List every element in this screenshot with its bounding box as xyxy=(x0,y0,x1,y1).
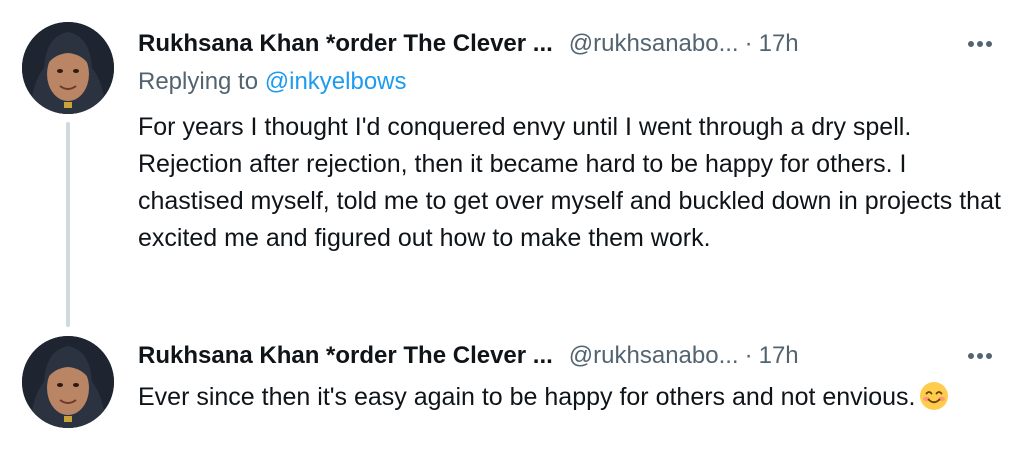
tweet-header: Rukhsana Khan *order The Clever ... @ruk… xyxy=(138,24,799,64)
timestamp[interactable]: 17h xyxy=(759,342,799,370)
tweet-thread: Rukhsana Khan *order The Clever ... @ruk… xyxy=(0,0,1024,468)
author-handle[interactable]: @rukhsanabo... xyxy=(569,30,739,58)
replying-prefix: Replying to xyxy=(138,68,259,95)
more-horizontal-icon xyxy=(968,353,992,359)
tweet-text-container: Ever since then it's easy again to be ha… xyxy=(138,379,1008,422)
tweet-text: For years I thought I'd conquered envy u… xyxy=(138,113,1001,252)
author-name[interactable]: Rukhsana Khan *order The Clever ... xyxy=(138,342,553,370)
tweet-header: Rukhsana Khan *order The Clever ... @ruk… xyxy=(138,336,799,376)
replying-to: Replying to @inkyelbows xyxy=(138,68,407,96)
author-name[interactable]: Rukhsana Khan *order The Clever ... xyxy=(138,30,553,58)
avatar[interactable] xyxy=(22,336,114,428)
thread-connector-line xyxy=(66,122,70,327)
replying-to-handle-link[interactable]: @inkyelbows xyxy=(265,68,407,95)
more-options-button[interactable] xyxy=(960,336,1000,376)
author-handle[interactable]: @rukhsanabo... xyxy=(569,342,739,370)
timestamp[interactable]: 17h xyxy=(759,30,799,58)
avatar-image xyxy=(22,22,114,114)
more-options-button[interactable] xyxy=(960,24,1000,64)
tweet-text: Ever since then it's easy again to be ha… xyxy=(138,383,916,411)
smiling-face-emoji-icon xyxy=(919,381,949,422)
separator-dot: · xyxy=(744,342,753,369)
more-horizontal-icon xyxy=(968,41,992,47)
separator-dot: · xyxy=(744,30,753,57)
avatar-image xyxy=(22,336,114,428)
avatar[interactable] xyxy=(22,22,114,114)
